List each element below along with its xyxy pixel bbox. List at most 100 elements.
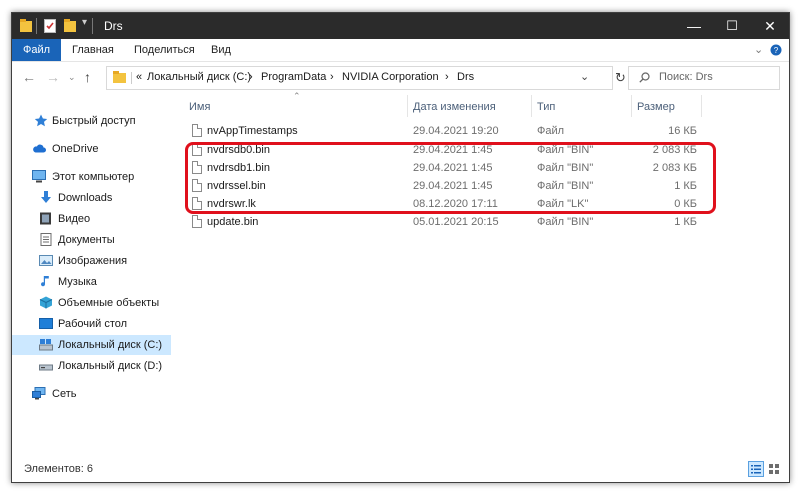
- svg-text:?: ?: [774, 46, 779, 55]
- column-divider[interactable]: [407, 95, 408, 117]
- separator: [131, 72, 132, 84]
- status-bar: Элементов: 6: [12, 459, 789, 481]
- properties-icon[interactable]: [44, 19, 56, 33]
- folder-icon: [20, 19, 32, 32]
- file-type: Файл "BIN": [537, 216, 594, 228]
- sidebar-item-label: Объемные объекты: [58, 297, 160, 309]
- file-size: 1 КБ: [674, 216, 697, 228]
- column-header-date[interactable]: Дата изменения: [413, 101, 496, 113]
- sidebar-item-3d-objects[interactable]: Объемные объекты: [12, 293, 172, 313]
- new-folder-icon[interactable]: [64, 19, 76, 33]
- breadcrumb-overflow[interactable]: «: [136, 71, 142, 83]
- ribbon: Файл Главная Поделиться Вид ⌄ ?: [12, 39, 789, 62]
- file-size: 16 КБ: [668, 125, 697, 137]
- file-icon: [192, 215, 202, 228]
- address-bar[interactable]: « Локальный диск (C:) › ProgramData › NV…: [106, 66, 613, 90]
- column-header-name[interactable]: Имя: [189, 101, 210, 113]
- music-icon: [41, 276, 49, 287]
- breadcrumb-drive-c[interactable]: Локальный диск (C:): [147, 71, 251, 83]
- sidebar-item-label: Документы: [58, 234, 115, 246]
- file-icon: [192, 124, 202, 137]
- network-icon: [32, 387, 46, 400]
- sidebar-item-pictures[interactable]: Изображения: [12, 251, 172, 271]
- file-name: update.bin: [207, 216, 259, 228]
- column-divider[interactable]: [531, 95, 532, 117]
- column-divider[interactable]: [631, 95, 632, 117]
- file-row[interactable]: nvAppTimestamps 29.04.2021 19:20 Файл 16…: [187, 122, 715, 140]
- breadcrumb-drs[interactable]: Drs: [457, 71, 474, 83]
- tab-share[interactable]: Поделиться: [134, 39, 195, 61]
- download-icon: [41, 191, 51, 203]
- file-row[interactable]: update.bin 05.01.2021 20:15 Файл "BIN" 1…: [187, 213, 715, 231]
- tab-home[interactable]: Главная: [72, 39, 114, 61]
- close-button[interactable]: ✕: [751, 13, 789, 39]
- forward-icon[interactable]: →: [46, 69, 60, 85]
- 3d-objects-icon: [39, 296, 53, 309]
- recent-locations-icon[interactable]: ⌄: [68, 72, 76, 83]
- breadcrumb-separator[interactable]: ›: [330, 71, 334, 83]
- sidebar-item-music[interactable]: Музыка: [12, 272, 172, 292]
- sidebar-item-this-pc[interactable]: Этот компьютер: [12, 167, 172, 187]
- documents-icon: [40, 233, 52, 246]
- drive-c-icon: [39, 339, 53, 351]
- column-divider[interactable]: [701, 95, 702, 117]
- file-name: nvAppTimestamps: [207, 125, 298, 137]
- tab-file[interactable]: Файл: [12, 39, 62, 61]
- address-dropdown-icon[interactable]: ⌄: [580, 70, 589, 83]
- sidebar-item-onedrive[interactable]: OneDrive: [12, 139, 172, 159]
- sidebar-item-drive-d[interactable]: Локальный диск (D:): [12, 356, 172, 376]
- sidebar-item-label: Быстрый доступ: [52, 115, 136, 127]
- sidebar-item-label: Локальный диск (D:): [58, 360, 163, 372]
- tab-view[interactable]: Вид: [211, 39, 231, 61]
- sidebar-item-downloads[interactable]: Downloads: [12, 188, 172, 208]
- sidebar-item-network[interactable]: Сеть: [12, 384, 172, 404]
- drive-icon: [39, 364, 53, 371]
- file-date: 29.04.2021 19:20: [413, 125, 499, 137]
- customize-quick-access-icon[interactable]: ▾: [82, 17, 87, 28]
- search-placeholder: Поиск: Drs: [659, 71, 713, 83]
- breadcrumb-separator[interactable]: ›: [249, 71, 253, 83]
- refresh-icon[interactable]: ↻: [615, 70, 626, 86]
- column-header-size[interactable]: Размер: [637, 101, 675, 113]
- up-icon[interactable]: ↑: [84, 69, 91, 85]
- separator: [92, 18, 93, 34]
- maximize-button[interactable]: ☐: [713, 13, 751, 39]
- breadcrumb-programdata[interactable]: ProgramData: [261, 71, 326, 83]
- large-icons-view-icon[interactable]: [766, 461, 782, 477]
- folder-icon: [113, 71, 126, 83]
- star-icon: [34, 114, 48, 127]
- breadcrumb-separator[interactable]: ›: [445, 71, 449, 83]
- search-input[interactable]: Поиск: Drs: [628, 66, 780, 90]
- search-icon: [639, 72, 650, 83]
- sidebar-item-label: Видео: [58, 213, 91, 225]
- address-row: ← → ⌄ ↑ « Локальный диск (C:) › ProgramD…: [12, 62, 789, 94]
- sidebar-item-desktop[interactable]: Рабочий стол: [12, 314, 172, 334]
- cloud-icon: [33, 144, 46, 153]
- item-count: Элементов: 6: [24, 463, 93, 475]
- sort-ascending-icon: ⌃: [293, 91, 301, 101]
- sidebar-item-drive-c[interactable]: Локальный диск (C:): [12, 335, 171, 355]
- video-icon: [40, 212, 51, 225]
- sidebar-item-label: Downloads: [58, 192, 113, 204]
- chevron-down-icon[interactable]: ⌄: [754, 43, 763, 56]
- sidebar-item-videos[interactable]: Видео: [12, 209, 172, 229]
- sidebar-item-label: Локальный диск (C:): [58, 339, 163, 351]
- title-bar: ▾ Drs — ☐ ✕: [12, 13, 789, 39]
- sidebar-item-label: Изображения: [58, 255, 128, 267]
- sidebar-item-documents[interactable]: Документы: [12, 230, 172, 250]
- navigation-pane: Быстрый доступ OneDrive Этот компьютер D…: [12, 95, 172, 455]
- breadcrumb-nvidia[interactable]: NVIDIA Corporation: [342, 71, 439, 83]
- sidebar-item-quick-access[interactable]: Быстрый доступ: [12, 111, 172, 131]
- pictures-icon: [39, 255, 53, 266]
- sidebar-item-label: Рабочий стол: [58, 318, 128, 330]
- help-icon[interactable]: ?: [770, 44, 782, 56]
- file-date: 05.01.2021 20:15: [413, 216, 499, 228]
- minimize-button[interactable]: —: [675, 13, 713, 39]
- file-type: Файл: [537, 125, 565, 137]
- desktop-icon: [39, 318, 53, 329]
- details-view-icon[interactable]: [748, 461, 764, 477]
- back-icon[interactable]: ←: [22, 69, 36, 85]
- explorer-window: ▾ Drs — ☐ ✕ Файл Главная Поделиться Вид …: [11, 12, 790, 483]
- column-header-type[interactable]: Тип: [537, 101, 555, 113]
- sidebar-item-label: Сеть: [52, 388, 77, 400]
